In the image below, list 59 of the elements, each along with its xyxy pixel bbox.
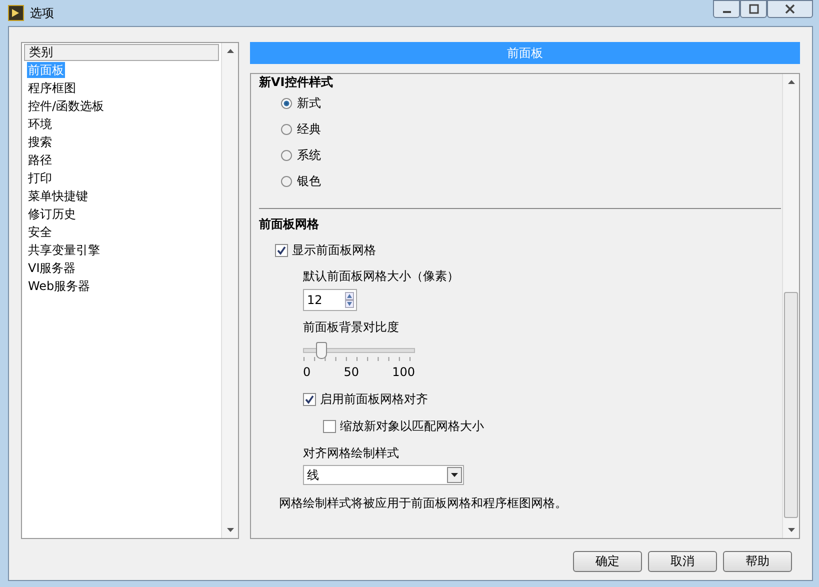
radio-button[interactable] <box>281 124 292 134</box>
category-item[interactable]: Web服务器 <box>27 278 92 294</box>
note-text: 网格绘制样式将被应用于前面板网格和程序框图网格。 <box>278 495 568 512</box>
list-header: 类别 <box>24 44 219 61</box>
scrollbar[interactable] <box>782 74 799 538</box>
category-item[interactable]: 程序框图 <box>27 80 77 96</box>
radio-button[interactable] <box>281 150 292 160</box>
spin-down-icon[interactable] <box>345 300 354 308</box>
slider-thumb[interactable] <box>316 342 328 359</box>
close-button[interactable] <box>767 0 813 18</box>
section-heading: 前面板网格 <box>259 216 320 233</box>
category-item[interactable]: VI服务器 <box>27 260 77 276</box>
checkbox-label: 显示前面板网格 <box>292 242 376 258</box>
tick-label: 100 <box>392 365 415 379</box>
scroll-up-icon[interactable] <box>226 49 234 53</box>
radio-button[interactable] <box>281 176 292 186</box>
dropdown-label: 对齐网格绘制样式 <box>303 445 400 462</box>
section-heading: 新VI控件样式 <box>259 75 334 90</box>
scroll-down-icon[interactable] <box>788 528 794 532</box>
tick-label: 50 <box>344 365 359 379</box>
dialog-button[interactable]: 确定 <box>573 551 642 572</box>
checkbox[interactable] <box>323 420 336 432</box>
maximize-icon[interactable] <box>748 4 758 14</box>
dialog-button[interactable]: 帮助 <box>723 551 792 572</box>
checkbox[interactable] <box>303 392 316 406</box>
checkbox-label: 缩放新对象以匹配网格大小 <box>340 418 484 434</box>
tick-label: 0 <box>303 365 311 379</box>
category-item[interactable]: 菜单快捷键 <box>27 188 89 204</box>
category-item[interactable]: 搜索 <box>27 134 53 150</box>
maximize-button[interactable] <box>740 0 767 18</box>
scroll-down-icon[interactable] <box>226 528 234 532</box>
minimize-button[interactable] <box>713 0 740 18</box>
category-item[interactable]: 路径 <box>27 152 53 168</box>
scroll-up-icon[interactable] <box>788 80 794 84</box>
category-item[interactable]: 共享变量引擎 <box>27 242 101 258</box>
category-item[interactable]: 修订历史 <box>27 206 77 222</box>
draw-style-dropdown[interactable]: 线 <box>303 465 464 485</box>
radio-label: 银色 <box>297 172 321 190</box>
radio-label: 经典 <box>297 120 321 138</box>
window-title: 选项 <box>30 4 54 22</box>
category-item[interactable]: 控件/函数选板 <box>27 98 106 114</box>
category-item[interactable]: 打印 <box>27 170 53 186</box>
spin-up-icon[interactable] <box>345 292 354 300</box>
checkbox-label: 启用前面板网格对齐 <box>320 390 428 408</box>
radio-label: 系统 <box>297 146 321 164</box>
close-icon[interactable] <box>785 4 795 14</box>
category-item[interactable]: 安全 <box>27 224 53 240</box>
dialog-button[interactable]: 取消 <box>648 551 717 572</box>
panel-title: 前面板 <box>250 42 800 64</box>
scroll-thumb[interactable] <box>784 292 798 518</box>
radio-button[interactable] <box>281 98 292 108</box>
app-icon <box>8 5 24 21</box>
radio-label: 新式 <box>297 94 321 112</box>
category-item[interactable]: 环境 <box>27 116 53 132</box>
scrollbar[interactable] <box>221 43 238 538</box>
grid-size-field[interactable]: 12 <box>303 289 357 311</box>
slider-label: 前面板背景对比度 <box>303 319 400 336</box>
field-label: 默认前面板网格大小（像素） <box>303 268 460 285</box>
checkbox[interactable] <box>275 244 288 256</box>
